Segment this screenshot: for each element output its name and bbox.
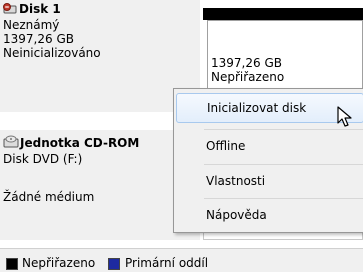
menu-item-label: Inicializovat disk [207, 101, 307, 115]
volume-status: Nepřiřazeno [211, 70, 285, 84]
context-menu: Inicializovat disk Offline Vlastnosti Ná… [173, 88, 363, 233]
unallocated-bar [203, 8, 363, 20]
menu-item-label: Nápověda [206, 208, 267, 222]
menu-item-label: Vlastnosti [206, 174, 266, 188]
legend-swatch-primary [108, 258, 120, 270]
disk-1-status: Neinicializováno [3, 46, 101, 60]
mouse-cursor-icon [337, 106, 352, 127]
cdrom-status: Žádné médium [3, 190, 95, 204]
cdrom-info-panel[interactable]: Jednotka CD-ROM Disk DVD (F:) Žádné médi… [0, 130, 200, 240]
menu-item-offline[interactable]: Offline [176, 131, 363, 161]
legend: Nepřiřazeno Primární oddíl [0, 248, 363, 272]
legend-label-primary: Primární oddíl [125, 256, 209, 270]
cdrom-title: Jednotka CD-ROM [20, 136, 140, 150]
menu-item-label: Offline [206, 139, 246, 153]
menu-separator [204, 129, 363, 130]
legend-label-unallocated: Nepřiřazeno [22, 256, 96, 270]
disk-1-title: Disk 1 [19, 2, 61, 16]
legend-swatch-unallocated [6, 258, 18, 270]
disk-1-size: 1397,26 GB [3, 32, 74, 46]
menu-item-properties[interactable]: Vlastnosti [176, 166, 363, 196]
volume-size: 1397,26 GB [211, 56, 282, 70]
disk-icon [3, 3, 17, 15]
disk-1-type: Neznámý [3, 18, 60, 32]
menu-item-help[interactable]: Nápověda [176, 200, 363, 230]
cdrom-icon [3, 134, 19, 148]
menu-item-initialize-disk[interactable]: Inicializovat disk [176, 93, 363, 123]
menu-separator [204, 164, 363, 165]
cdrom-type: Disk DVD (F:) [3, 152, 83, 166]
menu-separator [204, 198, 363, 199]
disk-1-info-panel[interactable]: Disk 1 Neznámý 1397,26 GB Neinicializová… [0, 0, 200, 112]
